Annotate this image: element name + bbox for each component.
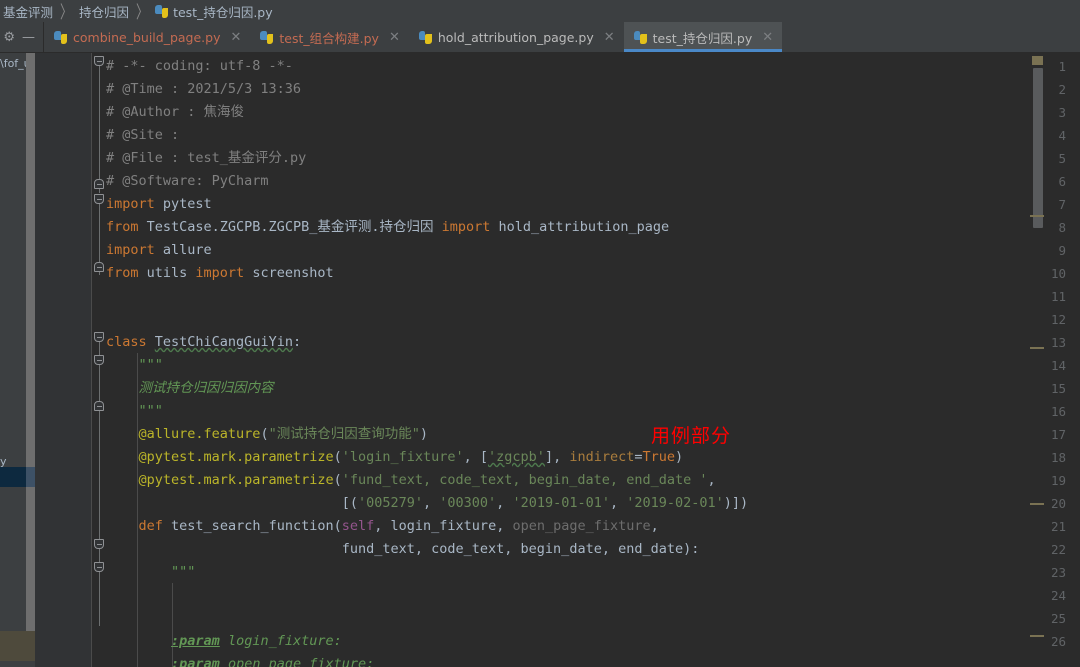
code-line-7: import pytest	[106, 196, 212, 212]
breadcrumb-item-1[interactable]: 持仓归因	[78, 2, 130, 21]
code-line-2: # @Time : 2021/5/3 13:36	[106, 81, 302, 97]
tab-hold-attribution-page[interactable]: hold_attribution_page.py ✕	[408, 22, 624, 52]
project-bottom-highlight	[0, 631, 35, 661]
code-line-1: # -*- coding: utf-8 -*-	[106, 58, 293, 74]
code-line-22: fund_text, code_text, begin_date, end_da…	[341, 541, 700, 557]
fold-toggle-icon[interactable]	[94, 355, 104, 365]
code-line-15: 测试持仓归因归因内容	[106, 380, 274, 396]
inspection-summary-icon[interactable]	[1032, 56, 1043, 65]
warning-marker[interactable]	[1030, 635, 1044, 637]
breadcrumb-item-0[interactable]: 基金评测	[2, 2, 54, 21]
code-line-14: """	[106, 357, 163, 373]
close-icon[interactable]: ✕	[604, 31, 615, 44]
fold-toggle-icon[interactable]	[94, 539, 104, 549]
python-file-icon	[54, 30, 67, 44]
tab-test-chicangguiyin[interactable]: test_持仓归因.py ✕	[623, 22, 783, 52]
close-icon[interactable]: ✕	[230, 31, 241, 44]
code-line-20: [('005279', '00300', '2019-01-01', '2019…	[106, 495, 749, 511]
fold-toggle-icon[interactable]	[94, 562, 104, 572]
code-line-4: # @Site :	[106, 127, 180, 143]
tab-test-zuhegoujian[interactable]: test_组合构建.py ✕	[250, 22, 409, 52]
code-line-18: @pytest.mark.parametrize('login_fixture'…	[106, 449, 684, 465]
code-line-13: class TestChiCangGuiYin:	[106, 334, 302, 350]
python-file-icon	[155, 4, 169, 18]
close-icon[interactable]: ✕	[389, 31, 400, 44]
scrollbar-thumb[interactable]	[1033, 68, 1043, 228]
warning-marker[interactable]	[1030, 215, 1044, 217]
editor-gutter[interactable]	[35, 53, 92, 667]
warning-marker[interactable]	[1030, 503, 1044, 505]
project-tool-window-strip[interactable]: \fof_ui y	[0, 53, 35, 667]
tab-label: hold_attribution_page.py	[437, 29, 594, 45]
code-line-16: """	[106, 403, 163, 419]
tab-label: combine_build_page.py	[73, 29, 221, 45]
python-file-icon	[260, 30, 274, 44]
code-line-9: import allure	[106, 242, 212, 258]
code-line-3: # @Author : 焦海俊	[106, 104, 245, 120]
tab-label: test_持仓归因.py	[652, 30, 753, 46]
project-scrollbar[interactable]	[26, 53, 35, 638]
fold-toggle-icon[interactable]	[94, 332, 104, 342]
code-line-23: """	[106, 564, 196, 580]
fold-toggle-icon[interactable]	[94, 401, 104, 411]
annotation-label: 用例部分	[651, 425, 732, 447]
code-line-6: # @Software: PyCharm	[106, 173, 269, 189]
code-editor[interactable]: 1 2 3 4 5 6 7 8 9 10 11 12 13 14 15 16 1…	[35, 53, 1080, 667]
fold-region-line	[98, 66, 100, 193]
breadcrumb-item-label: test_持仓归因.py	[173, 4, 273, 20]
breadcrumb-separator: 〉	[60, 1, 73, 22]
code-line-25: :param login_fixture:	[171, 633, 342, 649]
code-line-19: @pytest.mark.parametrize('fund_text, cod…	[106, 472, 716, 488]
code-line-8: from TestCase.ZGCPB.ZGCPB_基金评测.持仓归因 impo…	[106, 219, 670, 235]
close-icon[interactable]: ✕	[762, 31, 773, 44]
breadcrumb-item-2[interactable]: test_持仓归因.py	[154, 2, 274, 21]
code-line-17: @allure.feature("测试持仓归因查询功能")	[106, 426, 428, 442]
editor-scrollbar[interactable]	[1028, 53, 1045, 667]
tab-bar-controls: ⚙ —	[0, 22, 44, 52]
tab-combine-build-page[interactable]: combine_build_page.py ✕	[44, 22, 251, 52]
code-line-10: from utils import screenshot	[106, 265, 334, 281]
editor-tab-bar: ⚙ — combine_build_page.py ✕ test_组合构建.py…	[0, 22, 1080, 53]
fold-toggle-icon[interactable]	[94, 262, 104, 272]
breadcrumb: 基金评测 〉 持仓归因 〉 test_持仓归因.py	[0, 0, 1080, 22]
fold-toggle-icon[interactable]	[94, 56, 104, 66]
python-file-icon	[633, 30, 647, 44]
code-line-26: :param open_page_fixture:	[171, 656, 375, 667]
tab-label: test_组合构建.py	[279, 30, 379, 46]
code-folding-column[interactable]	[92, 53, 106, 667]
code-line-21: def test_search_function(self, login_fix…	[106, 518, 659, 534]
project-scrollbar-selection	[26, 467, 35, 487]
python-file-icon	[418, 30, 432, 44]
fold-toggle-icon[interactable]	[94, 179, 104, 189]
pycharm-window: 基金评测 〉 持仓归因 〉 test_持仓归因.py ⚙ — combine_b…	[0, 0, 1080, 667]
warning-marker[interactable]	[1030, 347, 1044, 349]
code-text-area[interactable]: # -*- coding: utf-8 -*- # @Time : 2021/5…	[106, 53, 1080, 667]
fold-toggle-icon[interactable]	[94, 194, 104, 204]
project-selected-label: y	[0, 455, 7, 468]
minimize-icon[interactable]: —	[22, 31, 35, 44]
fold-region-line	[98, 341, 100, 626]
code-line-5: # @File : test_基金评分.py	[106, 150, 307, 166]
breadcrumb-separator: 〉	[136, 1, 149, 22]
settings-icon[interactable]: ⚙	[3, 31, 15, 44]
